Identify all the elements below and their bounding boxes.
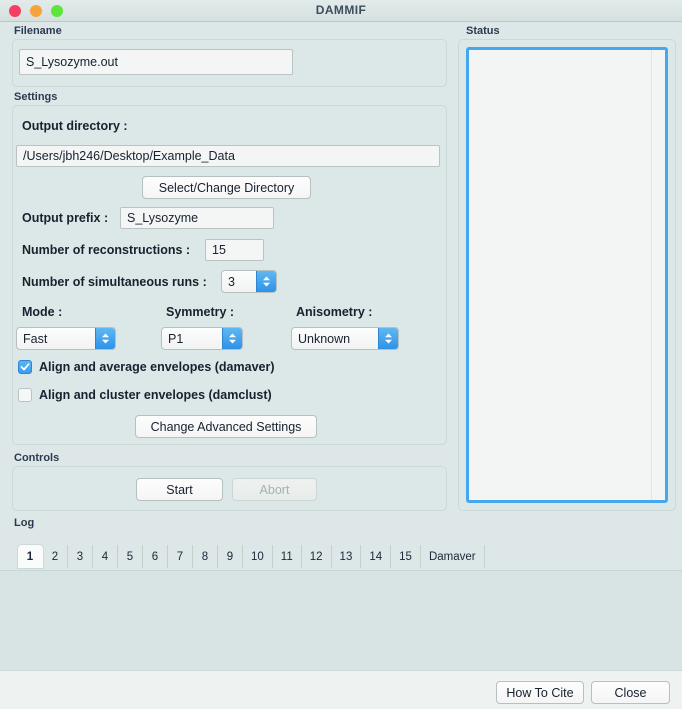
- log-tab-13[interactable]: 13: [332, 545, 362, 568]
- start-button[interactable]: Start: [136, 478, 223, 501]
- simultaneous-runs-stepper[interactable]: 3: [221, 270, 277, 293]
- damclust-checkbox-row[interactable]: Align and cluster envelopes (damclust): [18, 388, 272, 402]
- log-tab-4[interactable]: 4: [93, 545, 118, 568]
- simultaneous-runs-label: Number of simultaneous runs :: [22, 275, 207, 289]
- symmetry-dropdown[interactable]: P1: [161, 327, 243, 350]
- mode-dropdown[interactable]: Fast: [16, 327, 116, 350]
- mode-label: Mode :: [22, 305, 63, 319]
- log-tab-7[interactable]: 7: [168, 545, 193, 568]
- anisometry-dropdown[interactable]: Unknown: [291, 327, 399, 350]
- window-titlebar: DAMMIF: [0, 0, 682, 22]
- check-icon: [20, 363, 30, 371]
- select-change-directory-button[interactable]: Select/Change Directory: [142, 176, 311, 199]
- filename-group-label: Filename: [14, 25, 62, 37]
- log-tab-9[interactable]: 9: [218, 545, 243, 568]
- damaver-checkbox-label: Align and average envelopes (damaver): [39, 360, 275, 374]
- symmetry-value: P1: [168, 331, 184, 346]
- log-tab-11[interactable]: 11: [273, 545, 302, 568]
- simultaneous-runs-value: 3: [228, 274, 235, 289]
- log-tab-12[interactable]: 12: [302, 545, 332, 568]
- abort-button: Abort: [232, 478, 317, 501]
- output-directory-input[interactable]: /Users/jbh246/Desktop/Example_Data: [16, 145, 440, 167]
- output-prefix-label: Output prefix :: [22, 211, 109, 225]
- reconstructions-input[interactable]: 15: [205, 239, 264, 261]
- log-tab-6[interactable]: 6: [143, 545, 168, 568]
- status-group-label: Status: [466, 25, 500, 37]
- controls-group-box: [12, 466, 447, 511]
- log-tab-14[interactable]: 14: [361, 545, 392, 568]
- filename-input[interactable]: S_Lysozyme.out: [19, 49, 293, 75]
- chevron-up-down-icon[interactable]: [378, 328, 398, 349]
- chevron-up-down-icon[interactable]: [222, 328, 242, 349]
- output-directory-label: Output directory :: [22, 119, 128, 133]
- window-title: DAMMIF: [315, 3, 367, 17]
- log-tab-15[interactable]: 15: [391, 545, 421, 568]
- log-content-text: [0, 571, 682, 581]
- chevron-up-down-icon[interactable]: [95, 328, 115, 349]
- log-tab-3[interactable]: 3: [68, 545, 93, 568]
- chevron-up-down-icon[interactable]: [256, 271, 276, 292]
- close-button[interactable]: Close: [591, 681, 670, 704]
- anisometry-value: Unknown: [298, 331, 351, 346]
- status-scrollbar[interactable]: [651, 50, 665, 500]
- mode-value: Fast: [23, 331, 48, 346]
- settings-group-label: Settings: [14, 91, 58, 103]
- damaver-checkbox[interactable]: [18, 360, 32, 374]
- log-content-panel: [0, 570, 682, 670]
- output-prefix-input[interactable]: S_Lysozyme: [120, 207, 274, 229]
- log-tab-damaver[interactable]: Damaver: [421, 545, 485, 568]
- how-to-cite-button[interactable]: How To Cite: [496, 681, 584, 704]
- damclust-checkbox-label: Align and cluster envelopes (damclust): [39, 388, 272, 402]
- log-tab-1[interactable]: 1: [18, 545, 43, 568]
- controls-group-label: Controls: [14, 452, 60, 464]
- damclust-checkbox[interactable]: [18, 388, 32, 402]
- status-output-box[interactable]: [466, 47, 668, 503]
- log-tab-8[interactable]: 8: [193, 545, 218, 568]
- status-output-text: [469, 50, 665, 56]
- log-group-label: Log: [14, 517, 35, 529]
- damaver-checkbox-row[interactable]: Align and average envelopes (damaver): [18, 360, 275, 374]
- change-advanced-settings-button[interactable]: Change Advanced Settings: [135, 415, 317, 438]
- anisometry-label: Anisometry :: [296, 305, 373, 319]
- log-tab-10[interactable]: 10: [243, 545, 273, 568]
- log-tabstrip: 1 2 3 4 5 6 7 8 9 10 11 12 13 14 15 Damaver: [18, 545, 485, 568]
- reconstructions-label: Number of reconstructions :: [22, 243, 191, 257]
- log-tab-2[interactable]: 2: [43, 545, 68, 568]
- log-tab-5[interactable]: 5: [118, 545, 143, 568]
- symmetry-label: Symmetry :: [166, 305, 235, 319]
